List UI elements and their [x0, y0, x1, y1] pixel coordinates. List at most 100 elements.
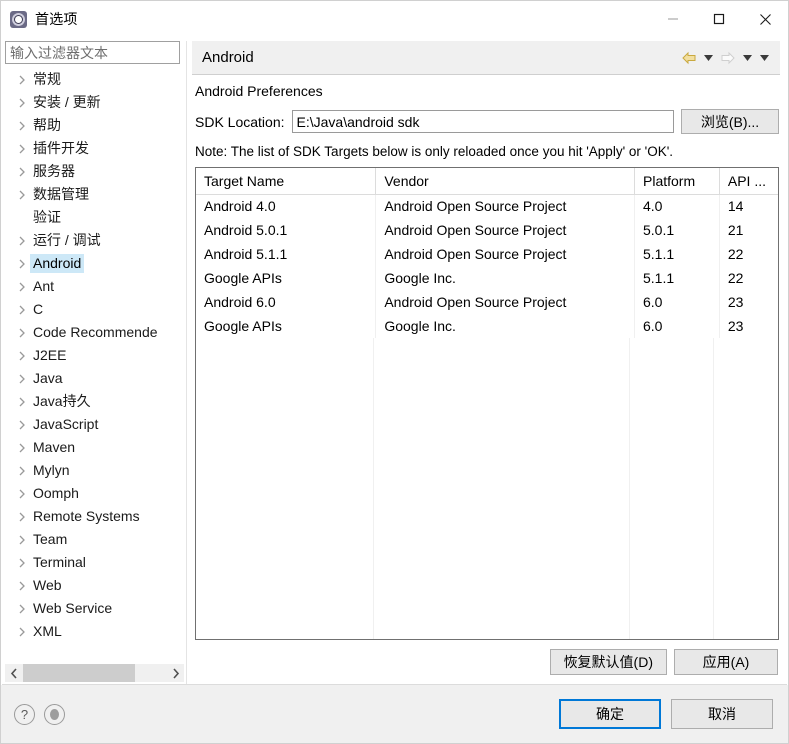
question-mark-icon[interactable]: ? [14, 703, 35, 725]
chevron-right-icon[interactable] [14, 489, 30, 499]
sdk-location-row: SDK Location: E:\Java\android sdk 浏览(B).… [195, 109, 779, 134]
sidebar-item-安装 / 更新[interactable]: 安装 / 更新 [5, 91, 184, 114]
chevron-right-icon[interactable] [14, 190, 30, 200]
caret-down-icon[interactable] [757, 47, 772, 69]
filter-input[interactable]: 输入过滤器文本 [5, 41, 180, 64]
table-row[interactable]: Android 6.0 Android Open Source Project 6.… [196, 290, 778, 314]
sidebar-item-XML[interactable]: XML [5, 620, 184, 643]
table-row[interactable]: Android 4.0 Android Open Source Project 4.… [196, 194, 778, 218]
tree-horizontal-scrollbar[interactable] [5, 664, 184, 682]
sidebar-item-Java[interactable]: Java [5, 367, 184, 390]
table-cell: Android Open Source Project [375, 290, 635, 314]
info-circle-icon[interactable] [44, 703, 65, 725]
sidebar-item-Web Service[interactable]: Web Service [5, 597, 184, 620]
chevron-right-icon[interactable] [166, 664, 184, 682]
window-title: 首选项 [35, 11, 78, 27]
chevron-right-icon[interactable] [14, 443, 30, 453]
sidebar-item-C[interactable]: C [5, 298, 184, 321]
sidebar-item-J2EE[interactable]: J2EE [5, 344, 184, 367]
sidebar-item-Web[interactable]: Web [5, 574, 184, 597]
section-title: Android Preferences [195, 83, 323, 99]
table-cell: Android 6.0 [196, 290, 377, 314]
sidebar-item-插件开发[interactable]: 插件开发 [5, 137, 184, 160]
browse-button[interactable]: 浏览(B)... [681, 109, 779, 134]
table-cell: 4.0 [634, 194, 720, 218]
sidebar-item-Maven[interactable]: Maven [5, 436, 184, 459]
page-title: Android [202, 49, 254, 66]
close-icon[interactable] [742, 1, 788, 37]
sidebar-item-验证[interactable]: 验证 [5, 206, 184, 229]
minimize-icon[interactable] [650, 1, 696, 37]
table-row[interactable]: Android 5.0.1 Android Open Source Project… [196, 218, 778, 242]
chevron-right-icon[interactable] [14, 420, 30, 430]
column-header[interactable]: Platform [634, 168, 720, 195]
chevron-right-icon[interactable] [14, 351, 30, 361]
chevron-right-icon[interactable] [14, 604, 30, 614]
sidebar-item-Oomph[interactable]: Oomph [5, 482, 184, 505]
sidebar-item-Android[interactable]: Android [5, 252, 184, 275]
chevron-right-icon[interactable] [14, 397, 30, 407]
chevron-right-icon[interactable] [14, 535, 30, 545]
column-header[interactable]: API ... [719, 168, 778, 195]
sdk-targets-table[interactable]: Target Name Vendor Platform API ... Android… [195, 167, 779, 640]
chevron-right-icon[interactable] [14, 144, 30, 154]
sidebar-item-常规[interactable]: 常规 [5, 68, 184, 91]
column-header[interactable]: Vendor [375, 168, 635, 195]
sidebar-item-Remote Systems[interactable]: Remote Systems [5, 505, 184, 528]
table-cell: Android Open Source Project [375, 194, 635, 218]
chevron-right-icon[interactable] [14, 627, 30, 637]
table-cell: Android Open Source Project [375, 218, 635, 242]
table-cell: 5.0.1 [634, 218, 720, 242]
cancel-button[interactable]: 取消 [671, 699, 773, 729]
tree-scroll-thumb[interactable] [23, 664, 135, 682]
chevron-left-icon[interactable] [5, 664, 23, 682]
sidebar-item-Terminal[interactable]: Terminal [5, 551, 184, 574]
chevron-right-icon[interactable] [14, 75, 30, 85]
ok-button[interactable]: 确定 [559, 699, 661, 729]
sidebar-item-Team[interactable]: Team [5, 528, 184, 551]
sidebar-item-数据管理[interactable]: 数据管理 [5, 183, 184, 206]
chevron-right-icon[interactable] [14, 581, 30, 591]
chevron-right-icon[interactable] [14, 305, 30, 315]
sidebar: 输入过滤器文本 常规 安装 / 更新 帮助 插件开发 服务器 数据管理 验证运行 / 调试 A… [1, 37, 184, 684]
sidebar-item-label: Java [33, 370, 63, 386]
chevron-right-icon[interactable] [14, 558, 30, 568]
chevron-right-icon[interactable] [14, 236, 30, 246]
apply-button[interactable]: 应用(A) [674, 649, 778, 675]
table-cell: Google Inc. [375, 266, 635, 290]
maximize-icon[interactable] [696, 1, 742, 37]
back-arrow-icon[interactable] [679, 47, 699, 69]
chevron-right-icon[interactable] [14, 259, 30, 269]
chevron-right-icon[interactable] [14, 282, 30, 292]
chevron-right-icon[interactable] [14, 512, 30, 522]
chevron-right-icon[interactable] [14, 167, 30, 177]
sidebar-item-JavaScript[interactable]: JavaScript [5, 413, 184, 436]
caret-down-icon[interactable] [701, 47, 716, 69]
restore-defaults-button[interactable]: 恢复默认值(D) [549, 649, 667, 675]
chevron-right-icon[interactable] [14, 98, 30, 108]
chevron-right-icon[interactable] [14, 466, 30, 476]
preferences-tree[interactable]: 常规 安装 / 更新 帮助 插件开发 服务器 数据管理 验证运行 / 调试 Android An… [5, 68, 184, 664]
tree-scroll-track[interactable] [23, 664, 166, 682]
sidebar-item-帮助[interactable]: 帮助 [5, 114, 184, 137]
table-empty-col [630, 338, 714, 639]
table-row[interactable]: Google APIs Google Inc. 6.0 23 [196, 314, 778, 338]
title-bar: 首选项 [1, 1, 788, 37]
chevron-right-icon[interactable] [14, 121, 30, 131]
table-row[interactable]: Google APIs Google Inc. 5.1.1 22 [196, 266, 778, 290]
sidebar-item-Mylyn[interactable]: Mylyn [5, 459, 184, 482]
chevron-right-icon[interactable] [14, 328, 30, 338]
sidebar-item-运行 / 调试[interactable]: 运行 / 调试 [5, 229, 184, 252]
sidebar-item-Java持久[interactable]: Java持久 [5, 390, 184, 413]
sidebar-item-label: 运行 / 调试 [33, 232, 101, 248]
table-row[interactable]: Android 5.1.1 Android Open Source Project… [196, 242, 778, 266]
chevron-right-icon[interactable] [14, 374, 30, 384]
sdk-location-input[interactable]: E:\Java\android sdk [291, 110, 674, 133]
column-header[interactable]: Target Name [196, 168, 377, 195]
caret-down-icon[interactable] [740, 47, 755, 69]
sidebar-item-Ant[interactable]: Ant [5, 275, 184, 298]
sidebar-item-服务器[interactable]: 服务器 [5, 160, 184, 183]
sidebar-item-label: Oomph [33, 485, 79, 501]
table-cell: 22 [727, 270, 744, 286]
sidebar-item-Code Recommende[interactable]: Code Recommende [5, 321, 184, 344]
